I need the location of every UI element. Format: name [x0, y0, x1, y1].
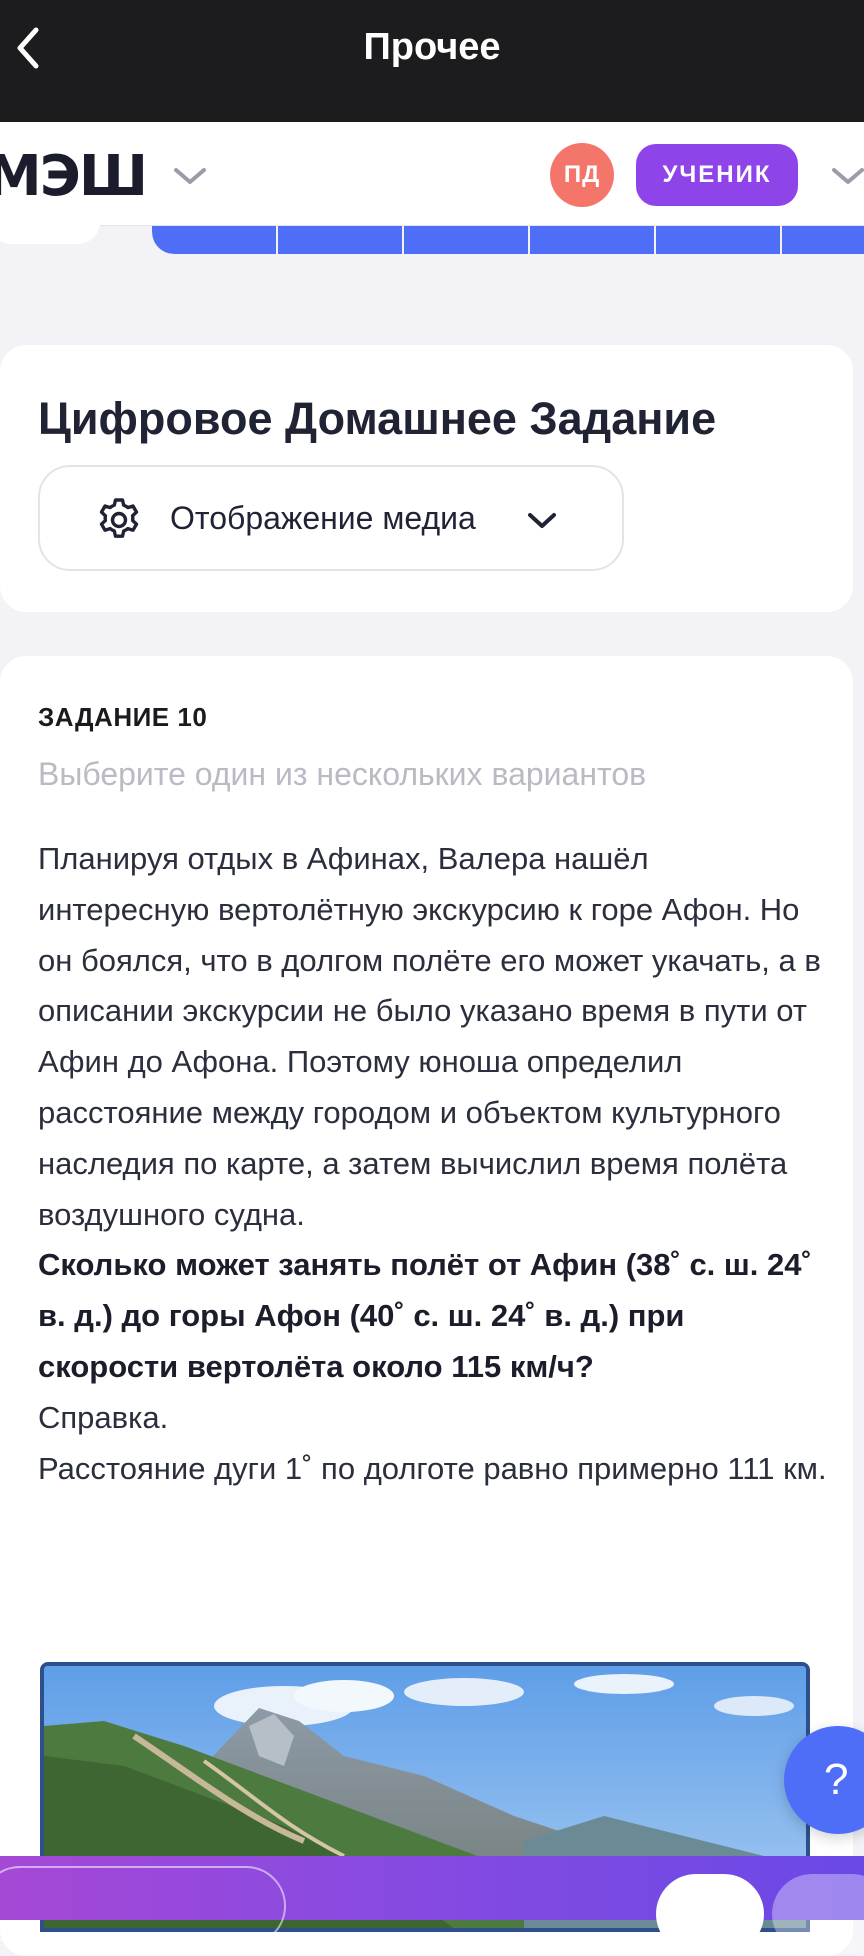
task-number: ЗАДАНИЕ 10: [38, 702, 208, 732]
media-display-button[interactable]: Отображение медиа: [38, 465, 624, 571]
reference-text: Расстояние дуги 1˚ по долготе равно прим…: [38, 1450, 827, 1486]
homework-title: Цифровое Домашнее Задание: [38, 393, 717, 444]
bottom-secondary-button[interactable]: [772, 1874, 864, 1954]
tab-segment[interactable]: [656, 226, 780, 254]
tab-segment[interactable]: [404, 226, 528, 254]
bottom-action-bar: [0, 1856, 864, 1954]
partial-card-edge: [0, 222, 100, 244]
media-display-label: Отображение медиа: [170, 500, 476, 536]
tab-segment[interactable]: [782, 226, 864, 254]
task-question: Сколько может занять полёт от Афин (38˚ …: [38, 1247, 812, 1384]
chevron-down-icon[interactable]: [170, 160, 210, 192]
page-title: Прочее: [363, 26, 501, 68]
task-paragraph: Планируя отдых в Афинах, Валера нашёл ин…: [38, 841, 821, 1232]
tab-strip: [152, 226, 864, 254]
task-text: Планируя отдых в Афинах, Валера нашёл ин…: [38, 834, 828, 1494]
gear-icon: [99, 498, 139, 538]
homework-header-card: Цифровое Домашнее Задание Отображение ме…: [0, 345, 853, 612]
tab-segment[interactable]: [278, 226, 402, 254]
app-header: МЭШ ПД УЧЕНИК: [0, 122, 864, 226]
task-hint: Выберите один из нескольких вариантов: [38, 756, 647, 792]
chevron-down-icon: [528, 513, 556, 528]
avatar[interactable]: ПД: [550, 143, 614, 207]
chevron-down-icon[interactable]: [828, 160, 864, 192]
role-badge[interactable]: УЧЕНИК: [636, 144, 798, 206]
app-logo[interactable]: МЭШ: [0, 144, 148, 209]
top-nav-bar: Прочее: [0, 0, 864, 122]
tab-segment[interactable]: [530, 226, 654, 254]
bottom-outline-button[interactable]: [0, 1866, 286, 1946]
tab-segment[interactable]: [152, 226, 276, 254]
bottom-primary-button[interactable]: [656, 1874, 764, 1954]
task-card: ЗАДАНИЕ 10 Выберите один из нескольких в…: [0, 656, 853, 1956]
reference-title: Справка.: [38, 1399, 169, 1435]
